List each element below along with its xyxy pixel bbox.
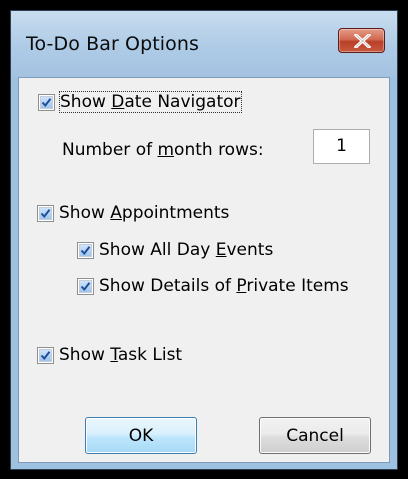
checkmark-icon — [40, 208, 51, 218]
cancel-button[interactable]: Cancel — [259, 417, 371, 454]
show-appointments-checkbox[interactable]: Show Appointments — [37, 203, 229, 223]
show-task-list-label: Show Task List — [59, 345, 183, 365]
month-rows-input[interactable]: 1 — [313, 129, 370, 164]
title-bar[interactable]: To-Do Bar Options — [11, 11, 397, 77]
checkmark-icon — [40, 350, 51, 360]
checkbox-box[interactable] — [37, 204, 54, 222]
window-title: To-Do Bar Options — [26, 33, 200, 55]
checkmark-icon — [80, 281, 91, 291]
show-task-list-checkbox[interactable]: Show Task List — [37, 345, 182, 365]
close-icon — [354, 34, 371, 48]
show-private-items-label: Show Details of Private Items — [99, 276, 349, 296]
show-date-navigator-checkbox[interactable]: Show Date Navigator — [38, 91, 242, 113]
checkbox-box[interactable] — [77, 277, 94, 295]
show-all-day-events-checkbox[interactable]: Show All Day Events — [77, 240, 273, 260]
to-do-bar-options-dialog: To-Do Bar Options Show Date Navigator Nu… — [10, 10, 398, 470]
close-button[interactable] — [338, 28, 385, 53]
show-private-items-checkbox[interactable]: Show Details of Private Items — [77, 276, 349, 296]
checkmark-icon — [41, 97, 52, 107]
checkbox-box[interactable] — [77, 241, 94, 259]
show-appointments-label: Show Appointments — [59, 203, 230, 223]
ok-button[interactable]: OK — [85, 417, 197, 454]
checkbox-box[interactable] — [38, 93, 55, 111]
show-date-navigator-label: Show Date Navigator — [59, 91, 242, 113]
month-rows-label: Number of month rows: — [62, 140, 264, 160]
checkbox-box[interactable] — [37, 346, 54, 364]
checkmark-icon — [80, 245, 91, 255]
show-all-day-events-label: Show All Day Events — [99, 240, 274, 260]
